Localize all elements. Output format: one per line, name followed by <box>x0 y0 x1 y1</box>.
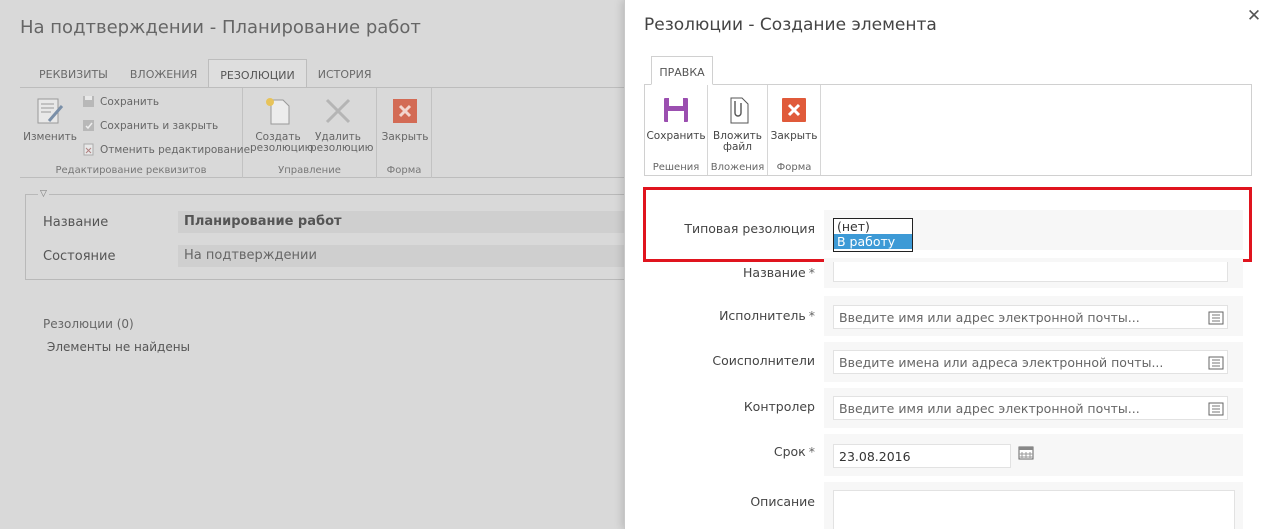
dialog-ribbon: Сохранить Решения Вложить файл Вложения <box>644 84 1252 176</box>
resolutions-title: Резолюции (0) <box>43 317 134 331</box>
executor-label: Исполнитель * <box>719 308 815 323</box>
tab-attachments[interactable]: ВЛОЖЕНИЯ <box>119 59 208 87</box>
cancel-edit-label: Отменить редактирование <box>100 143 251 156</box>
group-edit-label: Редактирование реквизитов <box>55 165 207 176</box>
row-name: Название Планирование работ <box>26 211 666 235</box>
state-label: Состояние <box>43 249 116 264</box>
dialog-save-label: Сохранить <box>646 130 706 142</box>
create-resolution-button[interactable]: Создать резолюцию <box>250 96 314 154</box>
attach-label-2: файл <box>723 141 752 153</box>
tab-edit[interactable]: ПРАВКА <box>651 56 713 85</box>
properties-section: ▽ Название Планирование работ Состояние … <box>25 189 666 280</box>
controller-label: Контролер <box>743 399 815 414</box>
paperclip-document-icon <box>730 97 748 124</box>
edit-form-icon <box>37 98 64 124</box>
tab-history[interactable]: ИСТОРИЯ <box>307 59 383 87</box>
state-value: На подтверждении <box>178 245 648 267</box>
edit-button[interactable]: Изменить <box>22 96 78 143</box>
save-icon <box>83 96 94 107</box>
address-book-icon[interactable] <box>1208 356 1224 370</box>
delete-x-icon <box>325 98 351 124</box>
edit-label: Изменить <box>23 131 77 143</box>
ribbon-group-manage: Создать резолюцию Удалить резолюцию Упра… <box>243 88 377 178</box>
name-label: Название * <box>743 265 815 280</box>
row-state: Состояние На подтверждении <box>26 245 666 269</box>
deadline-label-text: Срок <box>773 444 806 459</box>
cancel-edit-icon <box>83 143 94 156</box>
save-button[interactable]: Сохранить <box>82 95 159 108</box>
delete-label-2: резолюцию <box>310 142 374 154</box>
name-label-text: Название <box>743 265 806 280</box>
controller-input[interactable]: Введите имя или адрес электронной почты.… <box>833 396 1228 420</box>
deadline-input[interactable]: 23.08.2016 <box>833 444 1011 468</box>
group-solutions: Сохранить Решения <box>645 85 708 175</box>
group-manage-label: Управление <box>278 165 341 176</box>
highlight-frame <box>643 187 1252 262</box>
required-mark: * <box>808 265 815 280</box>
save-icon <box>664 98 688 122</box>
page-title: На подтверждении - Планирование работ <box>20 17 421 38</box>
bg-close-button[interactable]: Закрыть <box>377 96 433 143</box>
tab-requisites[interactable]: РЕКВИЗИТЫ <box>28 59 119 87</box>
required-mark: * <box>808 308 815 323</box>
ribbon-group-edit: Изменить Сохранить Сохранить и закрыть О… <box>20 88 250 178</box>
collapse-triangle-icon[interactable]: ▽ <box>38 189 49 199</box>
description-textarea[interactable] <box>833 490 1235 529</box>
description-label: Описание <box>750 494 815 509</box>
ribbon-group-form: Закрыть Форма <box>377 88 432 178</box>
save-label: Сохранить <box>100 95 160 108</box>
group-form-label: Форма <box>776 162 812 173</box>
required-mark: * <box>808 444 815 459</box>
close-form-icon <box>393 99 417 123</box>
close-icon[interactable]: ✕ <box>1245 7 1263 25</box>
dialog-close-label: Закрыть <box>770 130 818 142</box>
dialog-title: Резолюции - Создание элемента <box>644 15 937 35</box>
executor-label-text: Исполнитель <box>719 308 806 323</box>
new-document-icon <box>266 98 290 125</box>
coexecutors-input[interactable]: Введите имена или адреса электронной поч… <box>833 350 1228 374</box>
dialog-save-button[interactable]: Сохранить <box>645 95 707 142</box>
save-close-label: Сохранить и закрыть <box>100 119 219 132</box>
cancel-edit-button[interactable]: Отменить редактирование <box>82 143 250 156</box>
group-attachments: Вложить файл Вложения <box>708 85 768 175</box>
executor-input[interactable]: Введите имя или адрес электронной почты.… <box>833 305 1228 329</box>
create-label-2: резолюцию <box>250 142 314 154</box>
background-ribbon: Изменить Сохранить Сохранить и закрыть О… <box>20 87 660 178</box>
create-resolution-dialog: Резолюции - Создание элемента ✕ ПРАВКА С… <box>624 0 1274 529</box>
group-form-label: Форма <box>386 165 422 176</box>
calendar-icon[interactable] <box>1018 446 1034 460</box>
deadline-label: Срок * <box>774 444 815 459</box>
address-book-icon[interactable] <box>1208 402 1224 416</box>
dialog-close-button[interactable]: Закрыть <box>768 95 820 142</box>
name-value: Планирование работ <box>178 211 648 233</box>
coexecutors-label: Соисполнители <box>712 353 815 368</box>
group-form: Закрыть Форма <box>768 85 821 175</box>
tab-resolutions[interactable]: РЕЗОЛЮЦИИ <box>208 59 307 87</box>
delete-resolution-button[interactable]: Удалить резолюцию <box>310 96 374 154</box>
close-form-icon <box>782 98 806 122</box>
bg-close-label: Закрыть <box>381 131 429 143</box>
save-close-button[interactable]: Сохранить и закрыть <box>82 119 218 132</box>
attach-file-button[interactable]: Вложить файл <box>708 95 767 153</box>
ribbon-tabs: РЕКВИЗИТЫ ВЛОЖЕНИЯ РЕЗОЛЮЦИИ ИСТОРИЯ <box>28 59 383 87</box>
group-attachments-label: Вложения <box>710 162 765 173</box>
save-close-icon <box>83 120 94 131</box>
resolutions-empty: Элементы не найдены <box>47 340 191 354</box>
name-input[interactable] <box>833 262 1228 282</box>
address-book-icon[interactable] <box>1208 311 1224 325</box>
name-label: Название <box>43 215 109 230</box>
group-solutions-label: Решения <box>652 162 700 173</box>
